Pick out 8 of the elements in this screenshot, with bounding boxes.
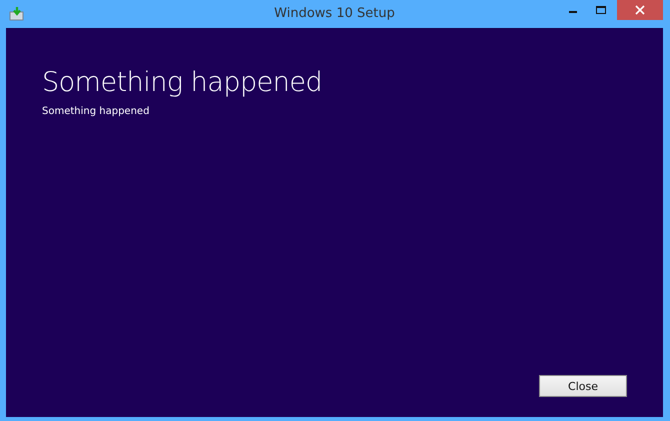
message-text: Something happened bbox=[42, 106, 150, 117]
close-dialog-button[interactable]: Close bbox=[539, 375, 627, 397]
heading: Something happened bbox=[42, 67, 322, 98]
window-title: Windows 10 Setup bbox=[274, 6, 395, 21]
close-icon bbox=[635, 5, 645, 15]
setup-icon bbox=[9, 7, 25, 21]
close-button[interactable] bbox=[617, 0, 663, 20]
maximize-icon bbox=[596, 5, 606, 15]
